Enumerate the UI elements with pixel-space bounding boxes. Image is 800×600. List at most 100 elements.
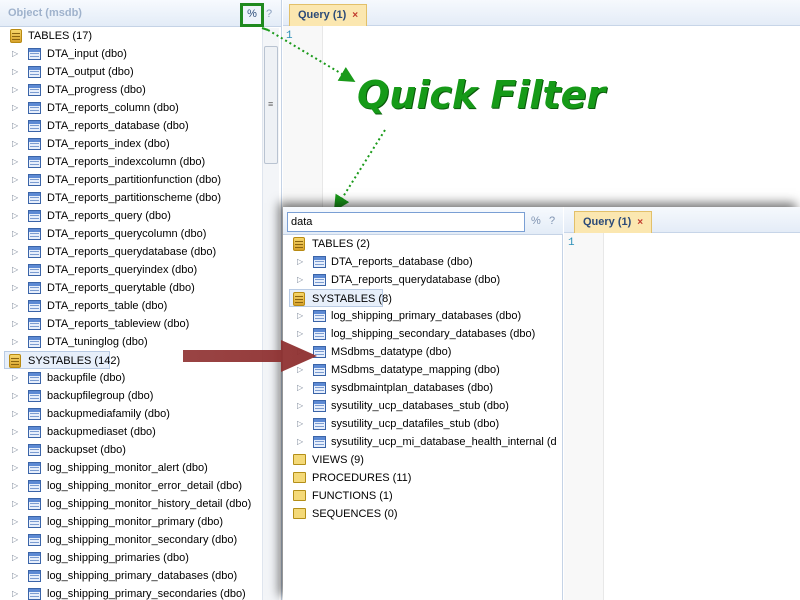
tree-group-systables[interactable]: SYSTABLES (8) xyxy=(289,289,392,307)
expand-arrow-icon[interactable]: ▷ xyxy=(12,63,22,81)
expand-arrow-icon[interactable]: ▷ xyxy=(12,189,22,207)
scrollbar-thumb[interactable]: ≡ xyxy=(264,46,278,164)
tree-item-systable[interactable]: ▷ log_shipping_monitor_primary (dbo) xyxy=(12,513,262,531)
expand-arrow-icon[interactable]: ▷ xyxy=(12,405,22,423)
tree-item-table[interactable]: ▷ DTA_reports_partitionfunction (dbo) xyxy=(12,171,262,189)
tree-group[interactable]: VIEWS (9) xyxy=(293,451,559,469)
expand-arrow-icon[interactable]: ▷ xyxy=(297,325,307,343)
expand-arrow-icon[interactable]: ▷ xyxy=(297,415,307,433)
tree-item-table[interactable]: ▷ DTA_reports_table (dbo) xyxy=(12,297,262,315)
tab-query-1[interactable]: Query (1) × xyxy=(289,4,368,26)
tree-item-systable[interactable]: ▷ log_shipping_primary_databases (dbo) xyxy=(297,307,563,325)
expand-arrow-icon[interactable]: ▷ xyxy=(297,307,307,325)
tree-group-tables[interactable]: TABLES (17) xyxy=(8,27,258,45)
expand-arrow-icon[interactable]: ▷ xyxy=(297,433,307,451)
expand-arrow-icon[interactable]: ▷ xyxy=(12,243,22,261)
tree-item-systable[interactable]: ▷ log_shipping_monitor_secondary (dbo) xyxy=(12,531,262,549)
tree-group-systables[interactable]: SYSTABLES (142) xyxy=(4,351,120,369)
expand-arrow-icon[interactable]: ▷ xyxy=(297,361,307,379)
tree-item-table[interactable]: ▷ DTA_tuninglog (dbo) xyxy=(12,333,262,351)
tree-item-systable[interactable]: ▷ log_shipping_primaries (dbo) xyxy=(12,549,262,567)
tree-item-table[interactable]: ▷ DTA_reports_querytable (dbo) xyxy=(12,279,262,297)
tree-group[interactable]: PROCEDURES (11) xyxy=(293,469,559,487)
tree-item-table[interactable]: ▷ DTA_reports_partitionscheme (dbo) xyxy=(12,189,262,207)
expand-arrow-icon[interactable]: ▷ xyxy=(297,253,307,271)
quick-filter-button[interactable]: % xyxy=(531,215,541,227)
expand-arrow-icon[interactable]: ▷ xyxy=(12,387,22,405)
tree-item-table[interactable]: ▷ DTA_reports_querycolumn (dbo) xyxy=(12,225,262,243)
close-icon[interactable]: × xyxy=(637,217,643,228)
tree-item-table[interactable]: ▷ DTA_reports_index (dbo) xyxy=(12,135,262,153)
tree-item-systable[interactable]: ▷ backupset (dbo) xyxy=(12,441,262,459)
expand-arrow-icon[interactable]: ▷ xyxy=(12,81,22,99)
tree-item-systable[interactable]: ▷ backupmediaset (dbo) xyxy=(12,423,262,441)
tree-item-systable[interactable]: ▷ backupmediafamily (dbo) xyxy=(12,405,262,423)
tree-item-systable[interactable]: ▷ sysutility_ucp_databases_stub (dbo) xyxy=(297,397,563,415)
expand-arrow-icon[interactable]: ▷ xyxy=(12,585,22,600)
expand-arrow-icon[interactable]: ▷ xyxy=(12,297,22,315)
help-icon[interactable]: ? xyxy=(549,215,555,227)
tree-item-systable[interactable]: ▷ sysutility_ucp_datafiles_stub (dbo) xyxy=(297,415,563,433)
tree-item-table[interactable]: ▷ DTA_reports_database (dbo) xyxy=(12,117,262,135)
expand-arrow-icon[interactable]: ▷ xyxy=(12,567,22,585)
expand-arrow-icon[interactable]: ▷ xyxy=(12,45,22,63)
tree-group[interactable]: FUNCTIONS (1) xyxy=(293,487,559,505)
tree-item-table[interactable]: ▷ DTA_reports_query (dbo) xyxy=(12,207,262,225)
expand-arrow-icon[interactable]: ▷ xyxy=(12,153,22,171)
expand-arrow-icon[interactable]: ▷ xyxy=(12,549,22,567)
tree-group[interactable]: SEQUENCES (0) xyxy=(293,505,559,523)
expand-arrow-icon[interactable]: ▷ xyxy=(297,343,307,361)
tree-item-systable[interactable]: ▷ log_shipping_secondary_databases (dbo) xyxy=(297,325,563,343)
expand-arrow-icon[interactable]: ▷ xyxy=(12,207,22,225)
tree-item-systable[interactable]: ▷ sysutility_ucp_mi_database_health_inter… xyxy=(297,433,563,451)
quick-filter-input[interactable] xyxy=(287,212,525,232)
expand-arrow-icon[interactable]: ▷ xyxy=(12,135,22,153)
tree-item-table[interactable]: ▷ DTA_reports_queryindex (dbo) xyxy=(12,261,262,279)
expand-arrow-icon[interactable]: ▷ xyxy=(12,513,22,531)
expand-arrow-icon[interactable]: ▷ xyxy=(12,117,22,135)
expand-arrow-icon[interactable]: ▷ xyxy=(12,99,22,117)
tree-item-table[interactable]: ▷ DTA_input (dbo) xyxy=(12,45,262,63)
quick-filter-button[interactable]: % xyxy=(240,3,264,27)
tree-item-systable[interactable]: ▷ log_shipping_monitor_error_detail (dbo) xyxy=(12,477,262,495)
tree-item-systable[interactable]: ▷ MSdbms_datatype_mapping (dbo) xyxy=(297,361,563,379)
tree-item-table[interactable]: ▷ DTA_reports_querydatabase (dbo) xyxy=(12,243,262,261)
tree-item-table[interactable]: ▷ DTA_reports_database (dbo) xyxy=(297,253,563,271)
expand-arrow-icon[interactable]: ▷ xyxy=(12,369,22,387)
expand-arrow-icon[interactable]: ▷ xyxy=(297,271,307,289)
tree-item-systable[interactable]: ▷ log_shipping_primary_secondaries (dbo) xyxy=(12,585,262,600)
tree-item-table[interactable]: ▷ DTA_reports_column (dbo) xyxy=(12,99,262,117)
expand-arrow-icon[interactable]: ▷ xyxy=(297,379,307,397)
expand-arrow-icon[interactable]: ▷ xyxy=(12,531,22,549)
expand-arrow-icon[interactable]: ▷ xyxy=(12,423,22,441)
expand-arrow-icon[interactable]: ▷ xyxy=(12,171,22,189)
expand-arrow-icon[interactable]: ▷ xyxy=(12,261,22,279)
tree-item-label: DTA_reports_database (dbo) xyxy=(331,256,473,268)
help-icon[interactable]: ? xyxy=(266,8,272,20)
expand-arrow-icon[interactable]: ▷ xyxy=(12,279,22,297)
expand-arrow-icon[interactable]: ▷ xyxy=(12,315,22,333)
tree-item-systable[interactable]: ▷ backupfile (dbo) xyxy=(12,369,262,387)
tree-item-table[interactable]: ▷ DTA_reports_indexcolumn (dbo) xyxy=(12,153,262,171)
expand-arrow-icon[interactable]: ▷ xyxy=(12,441,22,459)
expand-arrow-icon[interactable]: ▷ xyxy=(12,477,22,495)
expand-arrow-icon[interactable]: ▷ xyxy=(12,459,22,477)
tree-item-table[interactable]: ▷ DTA_progress (dbo) xyxy=(12,81,262,99)
close-icon[interactable]: × xyxy=(352,10,358,21)
expand-arrow-icon[interactable]: ▷ xyxy=(12,225,22,243)
tree-item-systable[interactable]: ▷ backupfilegroup (dbo) xyxy=(12,387,262,405)
tree-item-systable[interactable]: ▷ sysdbmaintplan_databases (dbo) xyxy=(297,379,563,397)
tree-item-table[interactable]: ▷ DTA_reports_tableview (dbo) xyxy=(12,315,262,333)
tree-item-table[interactable]: ▷ DTA_output (dbo) xyxy=(12,63,262,81)
expand-arrow-icon[interactable]: ▷ xyxy=(12,333,22,351)
tree-item-systable[interactable]: ▷ log_shipping_primary_databases (dbo) xyxy=(12,567,262,585)
tree-item-systable[interactable]: ▷ log_shipping_monitor_history_detail (db… xyxy=(12,495,262,513)
tree-item-systable[interactable]: ▷ MSdbms_datatype (dbo) xyxy=(297,343,563,361)
object-tree-scrollbar[interactable]: ≡ xyxy=(262,28,279,600)
expand-arrow-icon[interactable]: ▷ xyxy=(297,397,307,415)
expand-arrow-icon[interactable]: ▷ xyxy=(12,495,22,513)
tree-group-tables[interactable]: TABLES (2) xyxy=(291,235,557,253)
tab-query-1[interactable]: Query (1) × xyxy=(574,211,653,233)
tree-item-systable[interactable]: ▷ log_shipping_monitor_alert (dbo) xyxy=(12,459,262,477)
tree-item-table[interactable]: ▷ DTA_reports_querydatabase (dbo) xyxy=(297,271,563,289)
